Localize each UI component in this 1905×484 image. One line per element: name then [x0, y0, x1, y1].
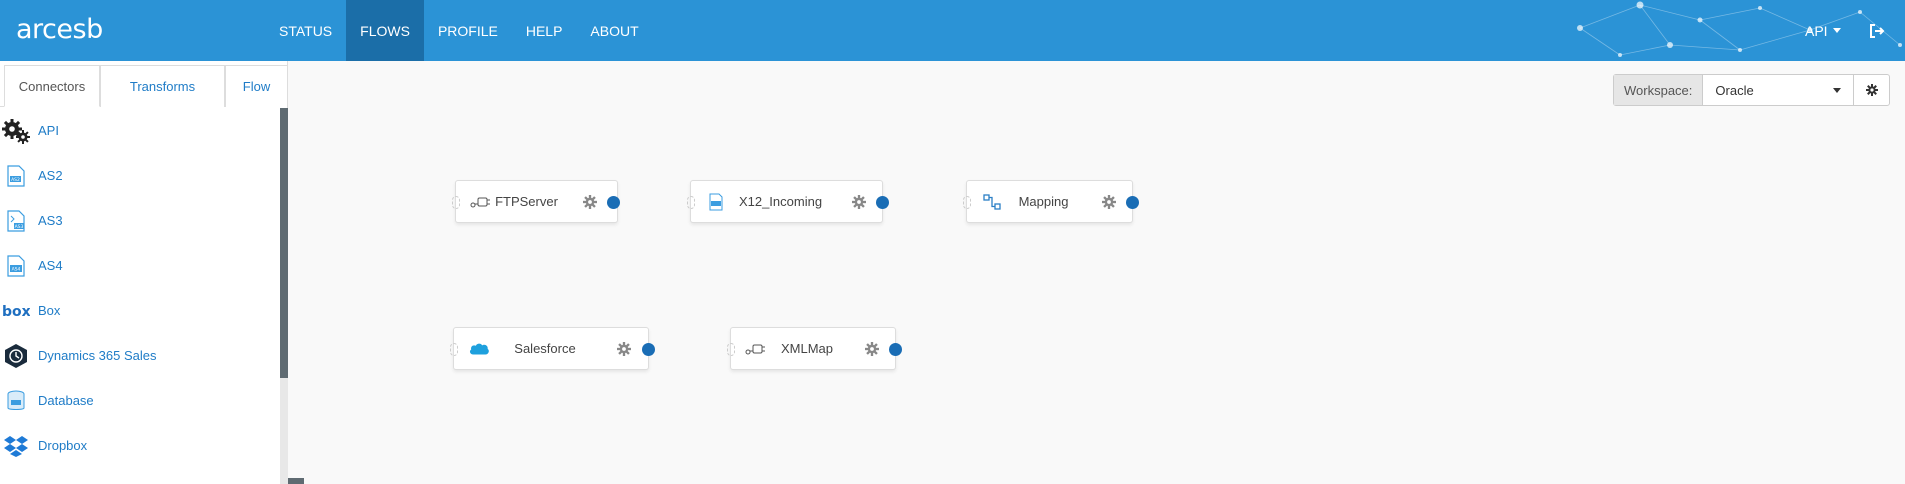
database-icon: [2, 387, 30, 415]
connector-item-as4[interactable]: AS4 AS4: [0, 243, 280, 288]
connector-item-as2[interactable]: AS2 AS2: [0, 153, 280, 198]
dynamics-icon: [2, 342, 30, 370]
output-port[interactable]: [1126, 196, 1139, 209]
flow-node-x12-incoming[interactable]: X12_Incoming: [687, 180, 889, 223]
connector-label: AS4: [38, 258, 63, 273]
svg-text:AS4: AS4: [12, 266, 21, 272]
svg-text:AS2: AS2: [11, 177, 20, 183]
workspace-selector: Workspace: Oracle: [1613, 74, 1891, 106]
user-menu[interactable]: API: [1805, 0, 1841, 61]
output-port[interactable]: [889, 343, 902, 356]
node-label: XMLMap: [780, 341, 834, 356]
nav-status[interactable]: STATUS: [265, 0, 346, 61]
connector-label: AS2: [38, 168, 63, 183]
as3-icon: AS3: [2, 207, 30, 235]
connector-item-database[interactable]: Database: [0, 378, 280, 423]
gear-icon[interactable]: [852, 195, 866, 209]
tab-flow[interactable]: Flow: [225, 65, 288, 107]
tab-transforms[interactable]: Transforms: [100, 65, 225, 107]
connector-label: Database: [38, 393, 94, 408]
connector-item-dynamics[interactable]: Dynamics 365 Sales: [0, 333, 280, 378]
connector-label: Dynamics 365 Sales: [38, 348, 157, 363]
network-decoration: [1577, 1, 1902, 57]
nav-flows[interactable]: FLOWS: [346, 0, 424, 61]
top-bar: arcesb STATUS FLOWS PROFILE HELP ABOUT A…: [0, 0, 1905, 61]
connector-item-as3[interactable]: AS3 AS3: [0, 198, 280, 243]
box-logo-icon: box: [2, 297, 30, 325]
connector-label: Dropbox: [38, 438, 88, 453]
workspace-dropdown[interactable]: Oracle: [1703, 75, 1853, 105]
workspace-settings-button[interactable]: [1853, 75, 1889, 105]
connector-label: API: [38, 123, 59, 138]
svg-text:box: box: [2, 304, 30, 318]
tab-connectors[interactable]: Connectors: [4, 65, 100, 107]
connector-label: Box: [38, 303, 61, 318]
canvas-scrollbar[interactable]: [288, 478, 304, 484]
node-label: Salesforce: [514, 341, 576, 356]
nav-help[interactable]: HELP: [512, 0, 577, 61]
workspace-label: Workspace:: [1614, 75, 1704, 105]
node-label: Mapping: [1018, 194, 1069, 209]
nav-about[interactable]: ABOUT: [576, 0, 652, 61]
svg-text:AS3: AS3: [15, 224, 24, 230]
connector-label: AS3: [38, 213, 63, 228]
gear-icon[interactable]: [583, 195, 597, 209]
nav-profile[interactable]: PROFILE: [424, 0, 512, 61]
gear-icon[interactable]: [617, 342, 631, 356]
sidebar-tabs: Connectors Transforms Flow: [0, 65, 288, 107]
user-menu-label: API: [1805, 22, 1828, 39]
main-nav: STATUS FLOWS PROFILE HELP ABOUT: [265, 0, 653, 61]
sidebar: Connectors Transforms Flow API AS2 AS2 A…: [0, 61, 288, 484]
gear-icon[interactable]: [865, 342, 879, 356]
connector-item-dropbox[interactable]: Dropbox: [0, 423, 280, 468]
workspace-selected: Oracle: [1715, 82, 1754, 98]
logout-icon[interactable]: [1868, 22, 1886, 40]
flow-node-xmlmap[interactable]: XMLMap: [727, 327, 902, 370]
flow-node-ftpserver[interactable]: FTPServer: [452, 180, 620, 223]
flow-node-mapping[interactable]: Mapping: [963, 180, 1139, 223]
app-logo[interactable]: arcesb: [16, 14, 103, 45]
connector-item-box[interactable]: box Box: [0, 288, 280, 333]
output-port[interactable]: [642, 343, 655, 356]
output-port[interactable]: [607, 196, 620, 209]
as4-icon: AS4: [2, 252, 30, 280]
connector-item-api[interactable]: API: [0, 108, 280, 153]
connector-list: API AS2 AS2 AS3 AS3 AS4 AS4 box Box Dyna…: [0, 108, 280, 484]
node-label: X12_Incoming: [738, 194, 823, 209]
output-port[interactable]: [876, 196, 889, 209]
chevron-down-icon: [1833, 87, 1842, 93]
sidebar-scrollbar-thumb[interactable]: [280, 108, 288, 378]
dropbox-icon: [2, 432, 30, 460]
gear-icon[interactable]: [1102, 195, 1116, 209]
flow-node-salesforce[interactable]: Salesforce: [450, 327, 655, 370]
gear-icon: [1865, 84, 1878, 96]
node-label: FTPServer: [495, 194, 558, 209]
as2-icon: AS2: [2, 162, 30, 190]
chevron-down-icon: [1832, 28, 1841, 33]
gears-icon: [2, 117, 30, 145]
